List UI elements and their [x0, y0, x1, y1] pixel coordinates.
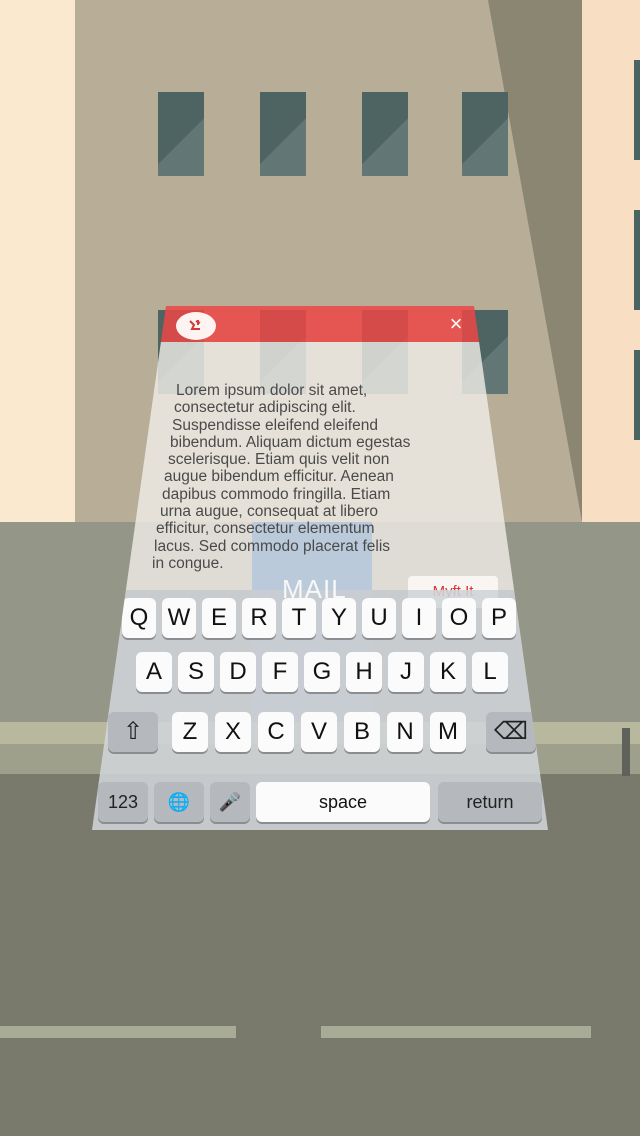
key-e[interactable]: E [202, 598, 236, 638]
mail-label: MAIL [282, 574, 347, 604]
delete-key[interactable]: ⌫ [486, 712, 536, 752]
globe-icon[interactable]: 🌐 [154, 782, 204, 822]
key-k[interactable]: K [430, 652, 466, 692]
right-building [582, 0, 640, 522]
key-z[interactable]: Z [172, 712, 208, 752]
lane-marking [0, 1026, 236, 1038]
lane-marking [321, 1026, 591, 1038]
key-j[interactable]: J [388, 652, 424, 692]
text-line: urna augue, consequat at libero [160, 503, 379, 521]
key-f[interactable]: F [262, 652, 298, 692]
key-o[interactable]: O [442, 598, 476, 638]
text-line: scelerisque. Etiam quis velit non [168, 451, 390, 469]
key-m[interactable]: M [430, 712, 466, 752]
window [462, 92, 508, 176]
key-v[interactable]: V [301, 712, 337, 752]
key-r[interactable]: R [242, 598, 276, 638]
return-key[interactable]: return [438, 782, 542, 822]
key-a[interactable]: A [136, 652, 172, 692]
key-q[interactable]: Q [122, 598, 156, 638]
window [362, 92, 408, 176]
shift-key[interactable]: ⇧ [108, 712, 158, 752]
key-b[interactable]: B [344, 712, 380, 752]
text-line: dapibus commodo fringilla. Etiam [162, 485, 391, 503]
text-line: consectetur adipiscing elit. [174, 399, 356, 417]
key-s[interactable]: S [178, 652, 214, 692]
left-building [0, 0, 75, 522]
key-n[interactable]: N [387, 712, 423, 752]
key-x[interactable]: X [215, 712, 251, 752]
app-logo [176, 312, 216, 340]
microphone-icon[interactable]: 🎤 [210, 782, 250, 822]
key-l[interactable]: L [472, 652, 508, 692]
space-key[interactable]: space [256, 782, 430, 822]
notification-text: Lorem ipsum dolor sit amet, consectetur … [152, 382, 482, 572]
key-p[interactable]: P [482, 598, 516, 638]
key-d[interactable]: D [220, 652, 256, 692]
notification-body: Lorem ipsum dolor sit amet, consectetur … [92, 342, 548, 722]
street-pole [622, 728, 630, 776]
text-line: in congue. [152, 554, 224, 572]
key-i[interactable]: I [402, 598, 436, 638]
key-c[interactable]: C [258, 712, 294, 752]
key-g[interactable]: G [304, 652, 340, 692]
text-line: bibendum. Aliquam dictum egestas [170, 433, 411, 451]
window [260, 92, 306, 176]
numbers-key[interactable]: 123 [98, 782, 148, 822]
text-line: lacus. Sed commodo placerat felis [154, 537, 391, 555]
key-h[interactable]: H [346, 652, 382, 692]
text-line: Suspendisse eleifend eleifend [172, 416, 378, 434]
close-icon[interactable]: × [444, 312, 468, 336]
keyboard: QWERTYUIOP ASDFGHJKL ZXCVBNM ⇧ ⌫ 123 🌐 🎤… [92, 590, 548, 830]
text-line: Lorem ipsum dolor sit amet, [176, 382, 368, 399]
notification-card: × Lorem ipsum dolor sit amet, consectetu… [92, 306, 548, 830]
window [158, 92, 204, 176]
key-u[interactable]: U [362, 598, 396, 638]
text-line: efficitur, consectetur elementum [156, 520, 375, 538]
text-line: augue bibendum efficitur. Aenean [164, 468, 394, 486]
key-w[interactable]: W [162, 598, 196, 638]
